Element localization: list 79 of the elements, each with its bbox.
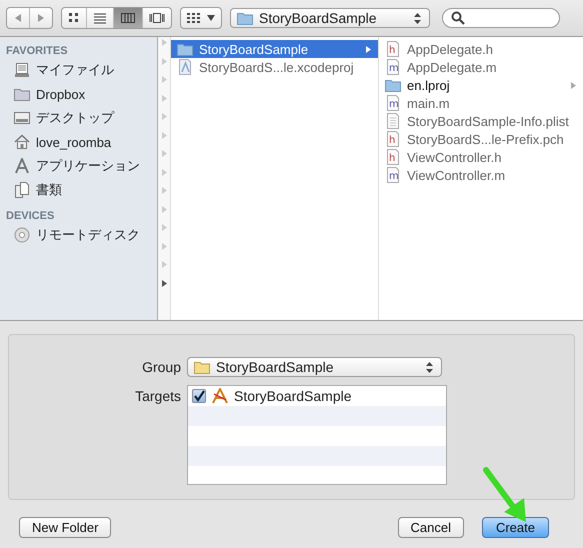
app-target-icon bbox=[211, 388, 229, 404]
desktop-icon bbox=[14, 110, 30, 126]
source-file-icon: m bbox=[385, 167, 401, 183]
file-item[interactable]: m main.m bbox=[379, 94, 583, 112]
disclosure-triangle-icon bbox=[160, 168, 168, 176]
sidebar-item[interactable]: 書類 bbox=[0, 178, 157, 202]
view-mode-control[interactable] bbox=[61, 7, 172, 29]
disclosure-triangle-icon bbox=[160, 130, 168, 140]
dialog-button[interactable]: Cancel bbox=[398, 517, 464, 538]
document-icon bbox=[385, 113, 401, 129]
targets-label: Targets bbox=[134, 387, 181, 404]
disclosure-triangle-icon bbox=[160, 260, 168, 269]
project-file-icon bbox=[177, 59, 193, 75]
target-name: StoryBoardSample bbox=[234, 388, 352, 404]
folder-icon bbox=[237, 10, 253, 26]
file-item[interactable]: StoryBoardSample-Info.plist bbox=[379, 112, 583, 130]
disclosure-triangle-icon bbox=[160, 149, 168, 158]
sidebar-heading: DEVICES bbox=[5, 209, 56, 224]
sidebar-item[interactable]: Dropbox bbox=[0, 82, 157, 106]
group-popup[interactable]: StoryBoardSample bbox=[187, 357, 442, 377]
grid-icon bbox=[187, 12, 201, 24]
disclosure-triangle-icon bbox=[160, 242, 168, 250]
sidebar-item[interactable]: デスクトップ bbox=[0, 106, 157, 130]
folder-icon bbox=[14, 86, 30, 102]
file-item[interactable]: en.lproj bbox=[379, 76, 583, 94]
documents-icon bbox=[14, 182, 30, 198]
file-item[interactable]: StoryBoardSample bbox=[171, 40, 378, 58]
back-forward-control[interactable] bbox=[6, 7, 53, 29]
back-icon bbox=[13, 13, 23, 23]
header-file-icon: h bbox=[385, 149, 401, 165]
dialog-button[interactable]: New Folder bbox=[19, 517, 112, 538]
disclosure-triangle-icon bbox=[160, 112, 168, 121]
view-mode-button[interactable] bbox=[114, 8, 143, 28]
folder-icon bbox=[385, 77, 401, 93]
header-file-icon: h bbox=[385, 41, 401, 57]
disclosure-triangle-icon bbox=[160, 38, 168, 47]
arrange-button[interactable] bbox=[180, 7, 222, 29]
apps-icon bbox=[14, 158, 30, 174]
header-file-icon: h bbox=[385, 131, 401, 147]
disclosure-triangle-icon bbox=[160, 278, 168, 288]
folder-icon bbox=[177, 41, 193, 57]
disclosure-triangle-icon bbox=[160, 56, 168, 66]
file-item[interactable]: h ViewController.h bbox=[379, 148, 583, 166]
sidebar-item[interactable]: love_roomba bbox=[0, 130, 157, 154]
file-item[interactable]: m AppDelegate.m bbox=[379, 58, 583, 76]
drive-icon bbox=[14, 62, 30, 78]
cover-flow-icon bbox=[149, 12, 165, 24]
sidebar-heading: FAVORITES bbox=[5, 44, 69, 59]
file-item[interactable]: m ViewController.m bbox=[379, 166, 583, 184]
sidebar-item[interactable]: アプリケーション bbox=[0, 154, 157, 178]
list-view-icon bbox=[93, 12, 107, 24]
file-item[interactable]: h AppDelegate.h bbox=[379, 40, 583, 58]
file-item[interactable]: StoryBoardS...le.xcodeproj bbox=[171, 58, 378, 76]
source-file-icon: m bbox=[385, 59, 401, 75]
icon-view-icon bbox=[68, 12, 80, 24]
dialog-button[interactable]: Create bbox=[482, 517, 549, 538]
sidebar-item[interactable]: マイファイル bbox=[0, 58, 157, 82]
disclosure-triangle-icon bbox=[160, 75, 168, 84]
location-popup[interactable]: StoryBoardSample bbox=[230, 8, 430, 28]
stepper-arrows-icon bbox=[414, 12, 421, 24]
forward-icon bbox=[36, 13, 46, 23]
disclosure-triangle-icon bbox=[160, 94, 168, 102]
file-item[interactable]: h StoryBoardS...le-Prefix.pch bbox=[379, 130, 583, 148]
disclosure-triangle-icon bbox=[160, 186, 168, 195]
disc-icon bbox=[14, 227, 30, 243]
folder-icon bbox=[194, 359, 210, 375]
checkmark-icon bbox=[193, 390, 205, 402]
search-field[interactable] bbox=[442, 8, 560, 28]
search-icon bbox=[451, 11, 465, 25]
column-view-icon bbox=[120, 12, 136, 24]
house-icon bbox=[14, 134, 30, 150]
sidebar-item[interactable]: リモートディスク bbox=[0, 223, 157, 247]
disclosure-triangle-icon bbox=[160, 223, 168, 232]
stepper-arrows-icon bbox=[426, 362, 433, 372]
source-file-icon: m bbox=[385, 95, 401, 111]
group-label: Group bbox=[141, 359, 181, 375]
disclosure-triangle-icon bbox=[160, 204, 168, 214]
caret-icon bbox=[207, 15, 215, 21]
checkbox[interactable] bbox=[192, 389, 206, 403]
